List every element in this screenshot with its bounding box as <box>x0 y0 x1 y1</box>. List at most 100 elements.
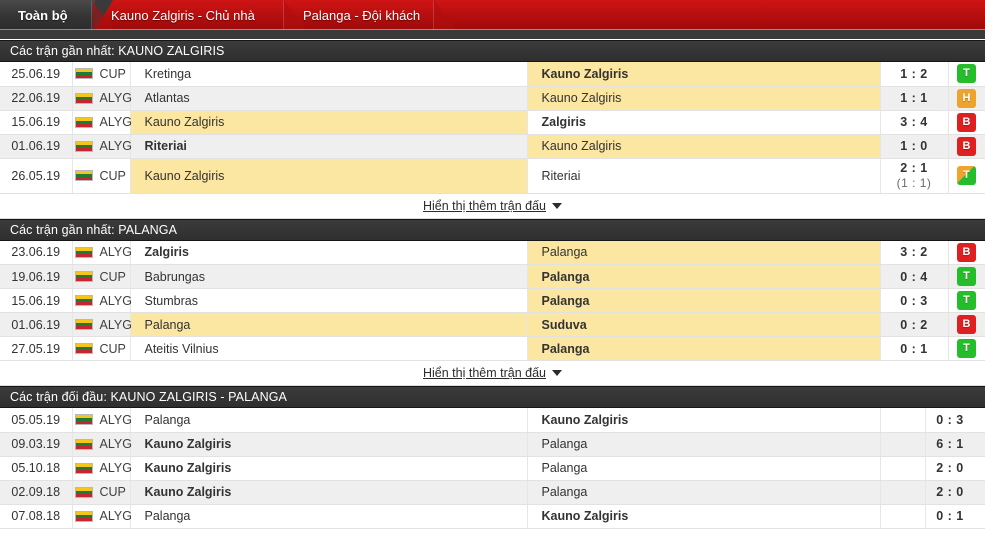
score-main: 3 : 2 <box>900 245 928 260</box>
status-badge: B <box>957 315 976 334</box>
tab-label: Toàn bộ <box>18 7 68 23</box>
score-main: 0 : 3 <box>900 293 928 308</box>
result-badge-cell: H <box>948 86 985 111</box>
status-badge: H <box>957 88 976 108</box>
tab-0[interactable]: Toàn bộ <box>0 0 113 30</box>
lithuania-flag-icon <box>74 414 93 426</box>
show-more-matches-link[interactable]: Hiển thị thêm trận đấu <box>423 366 562 380</box>
competition-label: ALYG <box>99 91 132 105</box>
away-team[interactable]: Suduva <box>527 312 881 337</box>
status-badge: B <box>957 242 976 262</box>
home-team[interactable]: Babrungas <box>130 264 528 289</box>
competition-wrap: ALYG <box>74 293 132 308</box>
competition-cell: ALYG <box>72 110 132 135</box>
home-team[interactable]: Kauno Zalgiris <box>130 432 528 457</box>
table-row[interactable]: 01.06.19 ALYG Riteriai Kauno Zalgiris 1 : 0 B <box>0 134 985 159</box>
h2h-spacer-cell <box>880 408 926 433</box>
match-table-1: 23.06.19 ALYG Zalgiris Palanga 3 : 2 B 19.06.1… <box>0 240 985 361</box>
away-team[interactable]: Kauno Zalgiris <box>527 62 881 87</box>
away-team[interactable]: Kauno Zalgiris <box>527 504 881 529</box>
home-team[interactable]: Ateitis Vilnius <box>130 336 528 361</box>
competition-label: ALYG <box>99 293 132 308</box>
competition-wrap: ALYG <box>74 245 132 259</box>
home-team[interactable]: Palanga <box>130 408 528 433</box>
section-title: Các trận đối đầu: KAUNO ZALGIRIS - PALAN… <box>10 390 287 404</box>
chevron-down-icon <box>552 202 562 209</box>
table-row[interactable]: 05.10.18 ALYG Kauno Zalgiris Palanga 2 : 0 <box>0 456 985 481</box>
competition-wrap: ALYG <box>74 115 132 129</box>
table-row[interactable]: 26.05.19 CUP Kauno Zalgiris Riteriai 2 : 1 (1… <box>0 158 985 194</box>
match-score: 1 : 0 <box>880 134 949 159</box>
away-team[interactable]: Palanga <box>527 480 881 505</box>
away-team[interactable]: Palanga <box>527 336 881 361</box>
competition-label: CUP <box>99 168 126 183</box>
match-date: 07.08.18 <box>0 504 73 529</box>
match-date: 19.06.19 <box>0 264 73 289</box>
home-team[interactable]: Riteriai <box>130 134 528 159</box>
competition-label: ALYG <box>99 461 132 475</box>
away-team[interactable]: Zalgiris <box>527 110 881 135</box>
away-team[interactable]: Palanga <box>527 288 881 313</box>
table-row[interactable]: 09.03.19 ALYG Kauno Zalgiris Palanga 6 : 1 <box>0 432 985 457</box>
lithuania-flag-icon <box>74 295 93 306</box>
home-team[interactable]: Kauno Zalgiris <box>130 480 528 505</box>
competition-cell: ALYG <box>72 456 132 481</box>
show-more-matches-link[interactable]: Hiển thị thêm trận đấu <box>423 199 562 213</box>
competition-cell: ALYG <box>72 312 132 337</box>
home-team[interactable]: Kretinga <box>130 62 528 87</box>
table-row[interactable]: 07.08.18 ALYG Palanga Kauno Zalgiris 0 : 1 <box>0 504 985 529</box>
match-date: 25.06.19 <box>0 62 73 87</box>
table-row[interactable]: 01.06.19 ALYG Palanga Suduva 0 : 2 B <box>0 312 985 337</box>
away-team[interactable]: Riteriai <box>527 158 881 194</box>
tab-label: Kauno Zalgiris - Chủ nhà <box>111 7 255 23</box>
status-badge: T <box>957 267 976 286</box>
competition-cell: CUP <box>72 264 131 289</box>
table-row[interactable]: 22.06.19 ALYG Atlantas Kauno Zalgiris 1 : 1 H <box>0 86 985 111</box>
home-team[interactable]: Kauno Zalgiris <box>130 110 528 135</box>
home-team[interactable]: Palanga <box>130 504 528 529</box>
result-badge-cell: T <box>948 336 985 361</box>
away-team[interactable]: Kauno Zalgiris <box>527 134 881 159</box>
away-team[interactable]: Palanga <box>527 240 881 265</box>
home-team[interactable]: Palanga <box>130 312 528 337</box>
competition-label: CUP <box>99 485 126 499</box>
table-row[interactable]: 19.06.19 CUP Babrungas Palanga 0 : 4 T <box>0 264 985 289</box>
table-row[interactable]: 23.06.19 ALYG Zalgiris Palanga 3 : 2 B <box>0 240 985 265</box>
away-team[interactable]: Palanga <box>527 264 881 289</box>
table-row[interactable]: 15.06.19 ALYG Stumbras Palanga 0 : 3 T <box>0 288 985 313</box>
home-team[interactable]: Stumbras <box>130 288 528 313</box>
status-badge: T <box>957 64 976 84</box>
away-team[interactable]: Palanga <box>527 432 881 457</box>
away-team[interactable]: Palanga <box>527 456 881 481</box>
home-team[interactable]: Atlantas <box>130 86 528 111</box>
tab-1[interactable]: Kauno Zalgiris - Chủ nhà <box>95 0 287 30</box>
away-team[interactable]: Kauno Zalgiris <box>527 86 881 111</box>
match-score: 2 : 0 <box>925 456 985 481</box>
result-badge-cell: T <box>948 288 985 313</box>
score-main: 1 : 1 <box>900 91 928 105</box>
competition-label: CUP <box>99 269 126 284</box>
match-score: 6 : 1 <box>925 432 985 457</box>
table-row[interactable]: 27.05.19 CUP Ateitis Vilnius Palanga 0 : 1 T <box>0 336 985 361</box>
tab-2[interactable]: Palanga - Đội khách <box>287 0 437 30</box>
home-team[interactable]: Zalgiris <box>130 240 528 265</box>
match-date: 15.06.19 <box>0 110 73 135</box>
home-team[interactable]: Kauno Zalgiris <box>130 456 528 481</box>
lithuania-flag-icon <box>74 170 93 181</box>
result-badge-cell: B <box>948 110 985 135</box>
home-team[interactable]: Kauno Zalgiris <box>130 158 528 194</box>
table-row[interactable]: 15.06.19 ALYG Kauno Zalgiris Zalgiris 3 : 4 B <box>0 110 985 135</box>
competition-label: CUP <box>99 341 126 356</box>
competition-wrap: ALYG <box>74 139 132 153</box>
competition-label: CUP <box>99 66 126 81</box>
lithuania-flag-icon <box>74 246 93 258</box>
header-gap-strip <box>0 30 985 40</box>
away-team[interactable]: Kauno Zalgiris <box>527 408 881 433</box>
table-row[interactable]: 05.05.19 ALYG Palanga Kauno Zalgiris 0 : 3 <box>0 408 985 433</box>
match-filter-tabbar: Toàn bộ Kauno Zalgiris - Chủ nhà Palanga -… <box>0 0 985 30</box>
show-more-row-0: Hiển thị thêm trận đấu <box>0 193 985 219</box>
tab-separator-2 <box>433 0 456 30</box>
table-row[interactable]: 25.06.19 CUP Kretinga Kauno Zalgiris 1 : 2 T <box>0 62 985 87</box>
table-row[interactable]: 02.09.18 CUP Kauno Zalgiris Palanga 2 : 0 <box>0 480 985 505</box>
match-score: 1 : 1 <box>880 86 949 111</box>
